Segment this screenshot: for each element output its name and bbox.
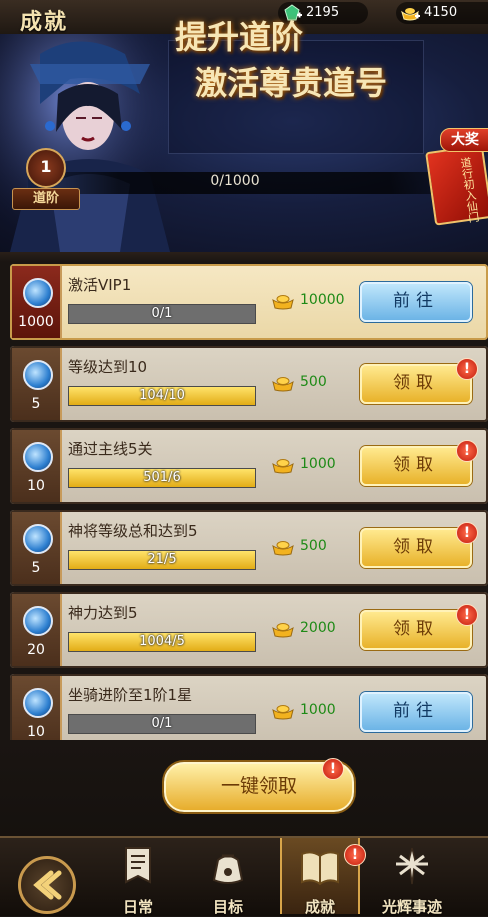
task-row: 20 神力达到5 1004/5 2000 领取 ! — [10, 592, 488, 668]
gold-ingot-icon — [272, 623, 294, 638]
task-reward-amount: 500 — [300, 538, 327, 554]
rank-progress-text: 0/1000 — [210, 173, 260, 189]
gold-ingot-icon — [272, 295, 294, 310]
task-row: 10 通过主线5关 501/6 1000 领取 ! — [10, 428, 488, 504]
back-arrow-icon — [33, 870, 62, 900]
gold-ingot-icon — [401, 8, 420, 21]
task-reward-amount: 2000 — [300, 620, 336, 636]
task-reward-amount: 10000 — [300, 292, 345, 308]
one-key-claim-badge: ! — [322, 758, 344, 780]
nav-tab-badge: ! — [344, 844, 366, 866]
task-progress-bar: 0/1 — [68, 304, 256, 324]
task-reward-amount: 500 — [300, 374, 327, 390]
yin-yang-icon — [23, 688, 53, 718]
nav-tab[interactable]: 日常 — [100, 838, 176, 916]
goto-button[interactable]: 前往 — [360, 282, 472, 322]
task-name: 等级达到10 — [68, 358, 148, 376]
goto-button[interactable]: 前往 — [360, 692, 472, 732]
task-reward-amount: 1000 — [300, 456, 336, 472]
task-progress-bar: 21/5 — [68, 550, 256, 570]
task-progress-bar: 1004/5 — [68, 632, 256, 652]
task-reward-amount: 1000 — [300, 702, 336, 718]
grand-prize-label: 大奖 — [440, 128, 488, 152]
rank-level-badge: 1 — [26, 148, 66, 188]
yin-yang-icon — [23, 360, 53, 390]
task-points: 5 — [31, 396, 41, 412]
yin-yang-icon — [23, 278, 53, 308]
task-name: 神力达到5 — [68, 604, 138, 622]
character-portrait-icon — [0, 34, 170, 252]
nav-tab[interactable]: 成就 ! — [280, 838, 366, 916]
slogan-line-1: 提升道阶 — [175, 18, 304, 56]
notification-badge: ! — [456, 440, 478, 462]
task-points: 1000 — [18, 314, 54, 330]
task-points: 20 — [27, 642, 45, 658]
task-points: 10 — [27, 724, 45, 740]
nav-tab[interactable]: 光辉事迹 — [374, 838, 450, 916]
task-progress-text: 104/10 — [139, 388, 185, 403]
page-title: 成就 — [20, 10, 69, 35]
task-row: 1000 激活VIP1 0/1 10000 前往 — [10, 264, 488, 340]
open-book-icon — [301, 851, 339, 886]
notification-badge: ! — [456, 358, 478, 380]
task-name: 坐骑进阶至1阶1星 — [68, 686, 193, 704]
gold-amount: 4150 — [424, 5, 458, 20]
task-name: 神将等级总和达到5 — [68, 522, 198, 540]
task-progress-text: 21/5 — [147, 552, 177, 567]
task-progress-text: 1004/5 — [139, 634, 185, 649]
back-button[interactable] — [18, 856, 76, 914]
task-progress-bar: 501/6 — [68, 468, 256, 488]
task-progress-text: 0/1 — [151, 306, 173, 321]
gold-ingot-icon — [272, 377, 294, 392]
task-name: 通过主线5关 — [68, 440, 153, 458]
gold-ingot-icon — [272, 705, 294, 720]
task-points: 10 — [27, 478, 45, 494]
task-name: 激活VIP1 — [68, 276, 132, 294]
nav-tab[interactable]: 目标 — [190, 838, 266, 916]
task-progress-bar: 0/1 — [68, 714, 256, 734]
scroll-banner-icon — [125, 847, 151, 884]
yin-yang-icon — [23, 606, 53, 636]
treasure-bag-icon — [212, 854, 244, 884]
task-row: 10 坐骑进阶至1阶1星 0/1 1000 前往 — [10, 674, 488, 740]
task-progress-text: 0/1 — [151, 716, 173, 731]
task-row: 5 等级达到10 104/10 500 领取 ! — [10, 346, 488, 422]
task-progress-text: 501/6 — [143, 470, 181, 485]
task-points: 5 — [31, 560, 41, 576]
radiant-deeds-icon — [396, 847, 428, 885]
gold-currency[interactable]: 4150 — [396, 2, 488, 24]
task-progress-bar: 104/10 — [68, 386, 256, 406]
divider — [0, 252, 488, 262]
slogan-line-2: 激活尊贵道号 — [195, 64, 388, 102]
rank-label: 道阶 — [12, 188, 80, 210]
yin-yang-icon — [23, 524, 53, 554]
jade-amount: 2195 — [306, 5, 340, 20]
gold-ingot-icon — [272, 459, 294, 474]
gold-ingot-icon — [272, 541, 294, 556]
notification-badge: ! — [456, 522, 478, 544]
notification-badge: ! — [456, 604, 478, 626]
task-row: 5 神将等级总和达到5 21/5 500 领取 ! — [10, 510, 488, 586]
yin-yang-icon — [23, 442, 53, 472]
